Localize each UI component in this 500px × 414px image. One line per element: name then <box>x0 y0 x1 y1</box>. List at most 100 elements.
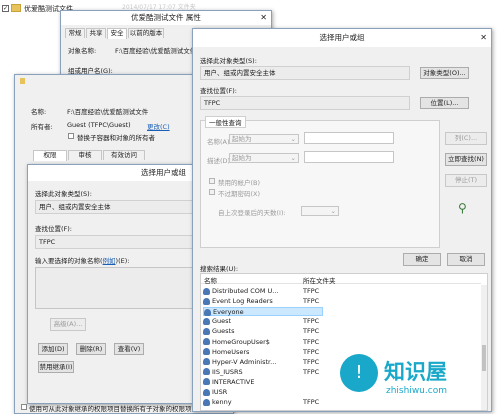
name-query-label: 名称(A): <box>207 138 232 146</box>
row-name: Guest <box>212 317 232 326</box>
object-type-field: 用户、组或内置安全主体 <box>200 66 410 80</box>
location-label: 查找位置(F): <box>200 87 238 95</box>
row-name: HomeUsers <box>212 347 250 356</box>
folder-checkbox[interactable]: ✓ <box>2 5 9 12</box>
table-row[interactable]: Event Log Readers TFPC <box>203 297 481 306</box>
small-advanced-button[interactable]: 高级(A)... <box>50 318 86 331</box>
cancel-button[interactable]: 取消 <box>447 253 485 266</box>
disable-inherit-button[interactable]: 禁用继承(I) <box>38 361 74 373</box>
col-name-header[interactable]: 名称 <box>204 275 217 285</box>
owner-change-link[interactable]: 更改(C) <box>147 121 170 131</box>
disabled-accounts-label: 禁用的帐户(B) <box>218 179 261 187</box>
table-row[interactable]: Distributed COM U... TFPC <box>203 287 481 296</box>
name-condition-select[interactable]: 起始为 ⌄ <box>229 134 299 144</box>
tab-security[interactable]: 安全 <box>107 28 127 39</box>
view-button[interactable]: 查看(V) <box>114 343 144 355</box>
row-name: kenny <box>212 398 232 407</box>
results-header: 名称 所在文件夹 <box>201 274 481 285</box>
ok-button[interactable]: 确定 <box>403 253 441 266</box>
table-row[interactable]: Guest TFPC <box>203 317 481 326</box>
tab-effective-access[interactable]: 有效访问 <box>103 150 145 160</box>
tab-auditing[interactable]: 审核 <box>68 150 102 160</box>
owner-value: Guest (TFPC\Guest) <box>67 121 131 129</box>
tab-general[interactable]: 常规 <box>65 28 85 38</box>
user-group-icon <box>203 348 210 356</box>
row-folder: TFPC <box>303 297 320 306</box>
main-dialog-title: 选择用户或组 <box>319 33 365 42</box>
user-group-icon <box>203 378 210 386</box>
replace-owner-checkbox[interactable] <box>68 133 74 139</box>
user-group-icon <box>203 297 210 305</box>
small-object-type-label: 选择此对象类型(S): <box>35 190 92 198</box>
row-folder: TFPC <box>303 398 320 407</box>
row-name: HomeGroupUser$ <box>212 337 270 346</box>
tab-previous-versions[interactable]: 以前的版本 <box>128 28 164 38</box>
add-button[interactable]: 添加(D) <box>38 343 68 355</box>
small-input-label: 输入要选择的对象名称(例如)(E): <box>35 257 130 265</box>
small-object-type-field: 用户、组或内置安全主体 <box>35 200 213 214</box>
user-group-icon <box>203 358 210 366</box>
general-query-tab[interactable]: 一般性查询 <box>205 116 246 128</box>
object-name-label: 对象名称: <box>68 47 97 55</box>
mid-tabs: 权限 审核 有效访问 <box>33 150 193 161</box>
small-dialog-title: 选择用户或组 <box>141 168 186 177</box>
locations-button[interactable]: 位置(L)... <box>420 97 469 109</box>
small-names-input[interactable] <box>35 267 213 309</box>
close-icon[interactable]: ✕ <box>260 11 267 25</box>
row-folder: TFPC <box>303 337 320 346</box>
user-group-icon <box>204 308 211 316</box>
example-link[interactable]: 例如 <box>103 257 116 265</box>
remove-button[interactable]: 删除(R) <box>76 343 106 355</box>
stop-button[interactable]: 停止(T) <box>445 174 487 187</box>
results-label: 搜索结果(U): <box>200 265 239 273</box>
small-location-label: 查找位置(F): <box>35 225 73 233</box>
watermark-logo-icon: ! <box>340 354 378 392</box>
row-name: Hyper-V Administr... <box>212 357 277 366</box>
replace-owner-label: 替换子容器和对象的所有者 <box>77 134 155 142</box>
row-name: IIS_IUSRS <box>212 367 243 376</box>
row-folder: TFPC <box>303 327 320 336</box>
table-row[interactable]: Everyone <box>203 307 323 317</box>
object-types-button[interactable]: 对象类型(O)... <box>420 67 469 79</box>
window-icon <box>20 78 25 84</box>
name-label: 名称: <box>31 108 47 116</box>
replace-all-checkbox[interactable] <box>21 404 27 410</box>
find-now-button[interactable]: 立即查找(N) <box>445 153 487 166</box>
name-query-input[interactable] <box>304 132 394 144</box>
table-row[interactable]: Guests TFPC <box>203 327 481 336</box>
non-expiring-label: 不过期密码(X) <box>218 190 261 198</box>
general-query-panel: 一般性查询 名称(A): 起始为 ⌄ 描述(D): 起始为 ⌄ 禁用的帐户(B) 不… <box>200 116 440 248</box>
table-row[interactable]: HomeGroupUser$ TFPC <box>203 338 481 347</box>
object-type-label: 选择此对象类型(S): <box>200 57 257 65</box>
close-icon[interactable]: ✕ <box>480 29 487 47</box>
row-folder: TFPC <box>303 357 320 366</box>
object-name-value: F:\百度经验\优爱酷测试文件 <box>115 47 197 55</box>
properties-titlebar: 优爱酷测试文件 属性 ✕ <box>61 11 271 25</box>
disabled-accounts-checkbox[interactable] <box>209 178 215 184</box>
columns-button[interactable]: 列(C)... <box>445 132 487 145</box>
watermark: ! 知识屋 zhishiwu.com <box>340 352 495 402</box>
tab-permissions[interactable]: 权限 <box>33 150 67 161</box>
row-name: Event Log Readers <box>212 297 273 306</box>
small-location-field: TFPC <box>35 235 213 249</box>
col-folder-header[interactable]: 所在文件夹 <box>303 275 336 285</box>
user-group-icon <box>203 368 210 376</box>
user-group-icon <box>203 317 210 325</box>
user-group-icon <box>203 398 210 406</box>
watermark-brand: 知识屋 <box>384 360 447 384</box>
desc-query-input[interactable] <box>304 151 394 163</box>
search-person-icon: ⚲ <box>458 201 467 215</box>
row-name: Distributed COM U... <box>212 287 279 295</box>
user-group-icon <box>203 287 210 295</box>
days-select[interactable]: ⌄ <box>301 206 339 216</box>
tab-sharing[interactable]: 共享 <box>86 28 106 38</box>
user-group-icon <box>203 327 210 335</box>
desc-condition-select[interactable]: 起始为 ⌄ <box>229 153 299 163</box>
replace-all-label: 使用可从此对象继承的权限项目替换所有子对象的权限项目 <box>29 405 198 413</box>
non-expiring-checkbox[interactable] <box>209 189 215 195</box>
days-label: 自上次登录后的天数(I): <box>218 209 286 217</box>
properties-title: 优爱酷测试文件 属性 <box>131 13 201 22</box>
main-dialog-titlebar: 选择用户或组 ✕ <box>193 29 491 47</box>
row-folder: TFPC <box>303 287 320 295</box>
owner-label: 所有者: <box>31 123 53 131</box>
